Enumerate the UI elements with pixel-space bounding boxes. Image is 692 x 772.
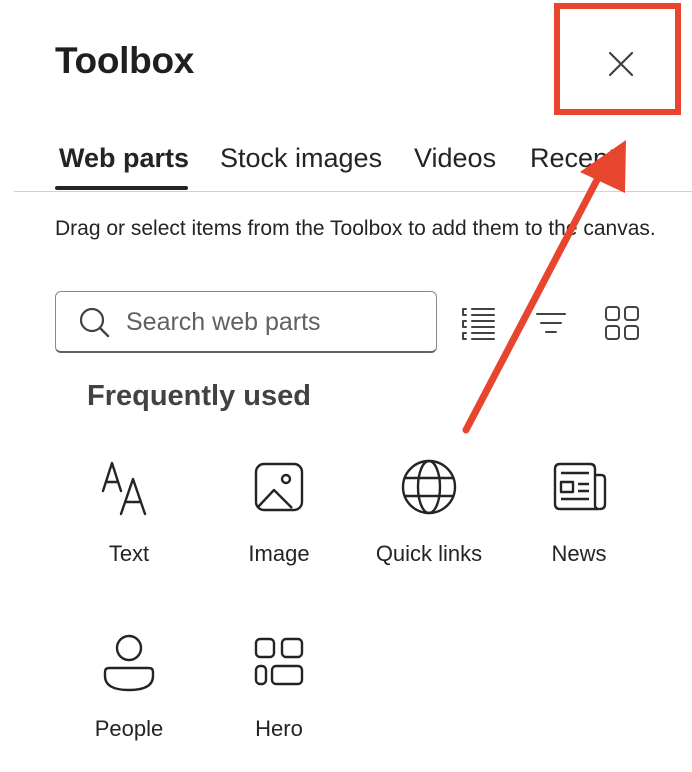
grid-view-icon (605, 306, 639, 340)
section-title-frequently-used: Frequently used (87, 380, 311, 412)
web-part-tile-text[interactable]: Text (54, 457, 204, 597)
sort-filter-icon (536, 313, 566, 333)
hero-grid-icon (254, 637, 304, 686)
grid-view-button[interactable] (604, 305, 640, 341)
tile-label: Quick links (375, 541, 483, 566)
news-icon (553, 462, 607, 511)
web-part-tile-people[interactable]: People (54, 632, 204, 772)
search-box[interactable] (55, 291, 437, 353)
tab-videos[interactable]: Videos (414, 143, 496, 174)
toolbox-description: Drag or select items from the Toolbox to… (55, 217, 656, 240)
text-icon (101, 461, 147, 516)
tab-stock-images[interactable]: Stock images (220, 143, 382, 174)
sort-filter-button[interactable] (533, 305, 569, 341)
list-view-icon (462, 308, 495, 340)
close-button[interactable] (603, 46, 639, 82)
globe-icon (401, 459, 457, 515)
tab-list: Web parts Stock images Videos Recent (0, 0, 692, 200)
tile-label: News (551, 541, 607, 566)
web-part-tile-quick-links[interactable]: Quick links (354, 457, 504, 597)
tile-label: People (94, 716, 164, 741)
tabs-divider (14, 191, 692, 192)
web-part-tile-image[interactable]: Image (204, 457, 354, 597)
panel-title: Toolbox (55, 40, 195, 81)
person-icon (103, 634, 155, 692)
web-part-tile-hero[interactable]: Hero (204, 632, 354, 772)
active-tab-indicator (55, 186, 188, 190)
web-part-tile-news[interactable]: News (504, 457, 654, 597)
tile-label: Image (248, 541, 310, 566)
tab-web-parts[interactable]: Web parts (59, 143, 189, 174)
close-icon (608, 51, 634, 77)
image-icon (254, 462, 304, 512)
tab-recent[interactable]: Recent (530, 143, 616, 174)
tile-label: Text (108, 541, 150, 566)
tile-label: Hero (255, 716, 303, 741)
list-view-button[interactable] (460, 305, 496, 341)
search-input[interactable] (124, 301, 428, 343)
search-icon (79, 307, 110, 338)
